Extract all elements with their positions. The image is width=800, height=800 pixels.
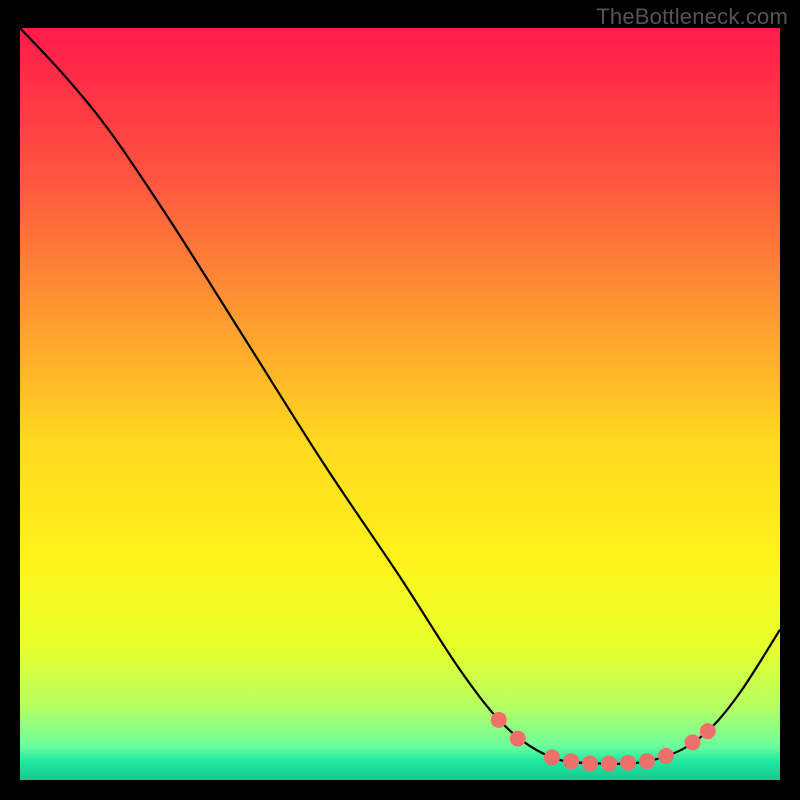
- data-marker: [700, 723, 716, 739]
- chart-svg: [20, 28, 780, 780]
- data-marker: [658, 748, 674, 764]
- data-marker: [544, 749, 560, 765]
- chart-frame: TheBottleneck.com: [0, 0, 800, 800]
- data-marker: [685, 734, 701, 750]
- gradient-background: [20, 28, 780, 780]
- data-marker: [563, 753, 579, 769]
- data-marker: [620, 755, 636, 771]
- watermark-label: TheBottleneck.com: [596, 4, 788, 30]
- data-marker: [582, 755, 598, 771]
- data-marker: [510, 731, 526, 747]
- data-marker: [491, 712, 507, 728]
- plot-area: [20, 28, 780, 780]
- data-marker: [639, 753, 655, 769]
- data-marker: [601, 755, 617, 771]
